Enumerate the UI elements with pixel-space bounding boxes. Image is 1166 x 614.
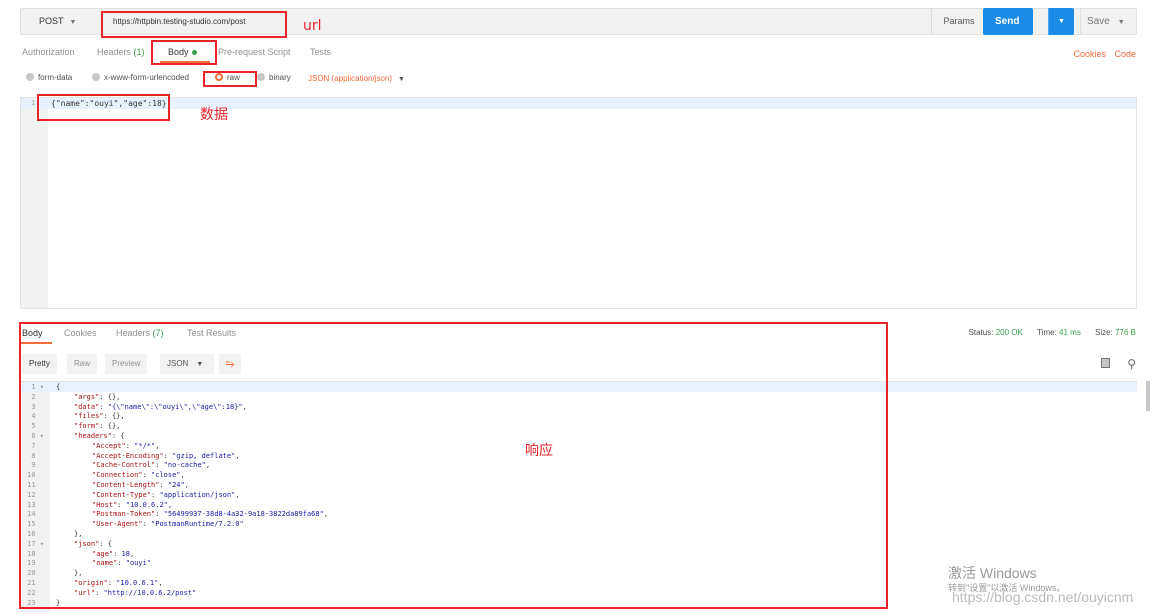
content-type-select[interactable]: JSON (application/json) ▼	[308, 74, 405, 83]
body-tab-annotation-box	[151, 40, 217, 65]
chevron-down-icon: ▼	[1117, 19, 1125, 26]
blog-watermark: https://blog.csdn.net/ouyicnm	[952, 589, 1134, 605]
active-line-highlight	[21, 98, 1136, 109]
send-button[interactable]: Send	[983, 8, 1033, 35]
chevron-down-icon: ▼	[69, 19, 77, 26]
editor-gutter	[21, 98, 48, 308]
copy-icon[interactable]	[1101, 358, 1110, 368]
right-links: Cookies Code	[1067, 49, 1136, 59]
raw-annotation-box	[203, 71, 257, 87]
time-label: Time:	[1037, 328, 1057, 337]
line-number: 1	[31, 99, 36, 107]
radio-urlencoded[interactable]: x-www-form-urlencoded	[92, 73, 189, 82]
chevron-down-icon: ▼	[398, 76, 405, 83]
radio-binary[interactable]: binary	[257, 73, 291, 82]
data-annotation-label: 数据	[200, 107, 228, 123]
size-value: 776 B	[1115, 328, 1136, 337]
radio-urlencoded-label: x-www-form-urlencoded	[104, 73, 189, 82]
response-annotation-box	[19, 322, 888, 609]
size-label: Size:	[1095, 328, 1113, 337]
content-type-label: JSON (application/json)	[308, 74, 393, 83]
tab-headers[interactable]: Headers (1)	[97, 47, 145, 57]
response-status-info: Status: 200 OK Time: 41 ms Size: 776 B	[957, 328, 1136, 337]
status-item: Status: 200 OK	[969, 328, 1023, 337]
search-icon[interactable]: ⚲	[1127, 357, 1136, 371]
scrollbar[interactable]	[1146, 381, 1150, 411]
tab-tests[interactable]: Tests	[310, 47, 331, 57]
time-value: 41 ms	[1059, 328, 1081, 337]
cookies-link[interactable]: Cookies	[1073, 49, 1106, 59]
tab-authorization[interactable]: Authorization	[22, 47, 75, 57]
radio-circle	[26, 73, 34, 81]
status-value: 200 OK	[995, 328, 1023, 337]
radio-circle	[257, 73, 265, 81]
url-annotation-box	[101, 11, 287, 38]
save-label: Save	[1087, 16, 1110, 27]
radio-circle	[92, 73, 100, 81]
code-link[interactable]: Code	[1114, 49, 1136, 59]
method-label: POST	[39, 16, 64, 26]
request-body-editor[interactable]: 1 {"name":"ouyi","age":18}	[20, 97, 1137, 309]
time-item: Time: 41 ms	[1037, 328, 1081, 337]
size-item: Size: 776 B	[1095, 328, 1136, 337]
headers-count: (1)	[133, 47, 145, 57]
response-annotation-label: 响应	[525, 443, 553, 459]
tab-pre-request-script[interactable]: Pre-request Script	[218, 47, 291, 57]
radio-form-data[interactable]: form-data	[26, 73, 72, 82]
radio-binary-label: binary	[269, 73, 291, 82]
status-label: Status:	[968, 328, 994, 337]
data-annotation-box	[37, 94, 170, 121]
params-button[interactable]: Params	[931, 9, 986, 34]
url-annotation-label: url	[303, 18, 322, 34]
tab-headers-label: Headers	[97, 47, 132, 57]
windows-activation-title: 激活 Windows	[948, 565, 1037, 581]
save-button[interactable]: Save ▼	[1080, 8, 1137, 35]
send-options-button[interactable]: ▼	[1048, 8, 1074, 35]
method-select[interactable]: POST ▼	[21, 9, 99, 34]
radio-form-data-label: form-data	[38, 73, 73, 82]
chevron-down-icon: ▼	[1058, 18, 1065, 25]
